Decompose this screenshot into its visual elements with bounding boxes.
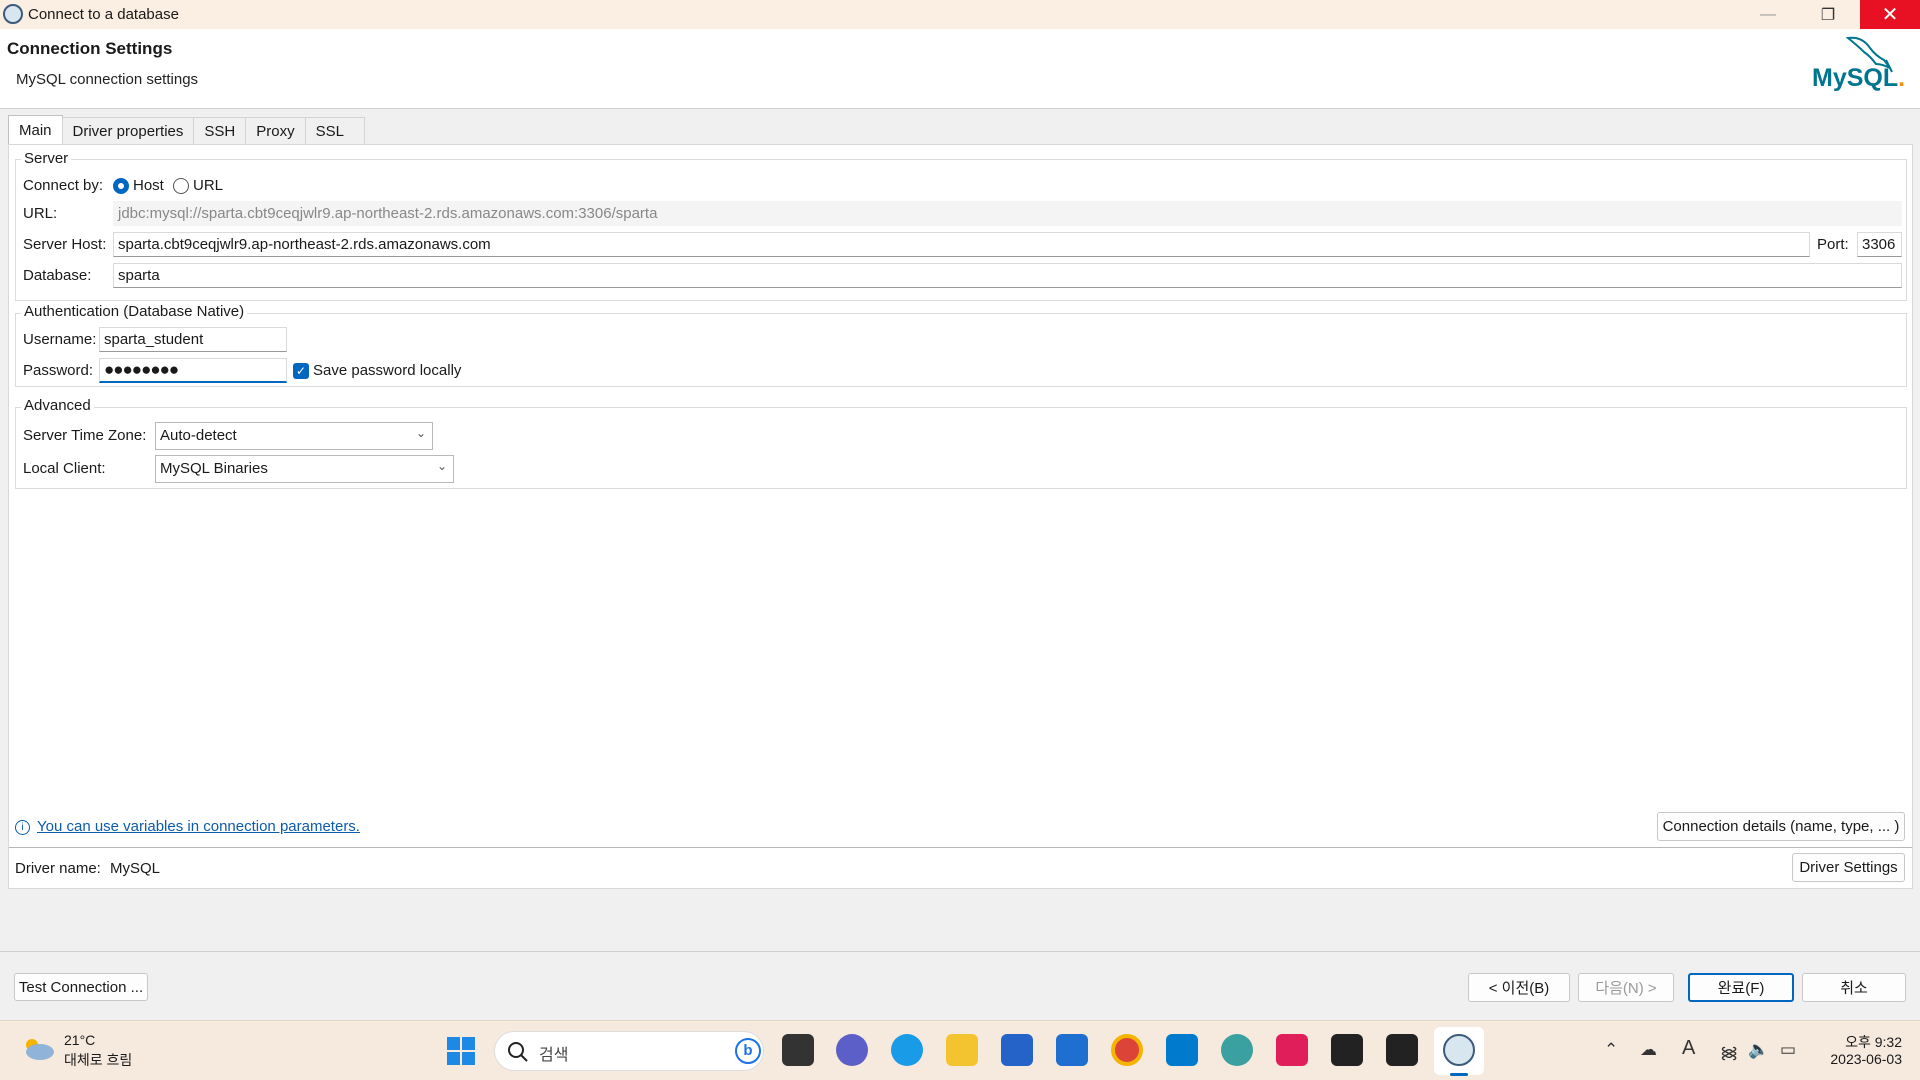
local-client-select[interactable]: MySQL Binaries ⌄ bbox=[155, 455, 454, 483]
teams-chat-icon[interactable] bbox=[836, 1034, 868, 1066]
chevron-up-icon[interactable]: ⌃ bbox=[1604, 1040, 1618, 1060]
port-input[interactable]: 3306 bbox=[1857, 232, 1902, 257]
edge-icon[interactable] bbox=[891, 1034, 923, 1066]
active-indicator bbox=[1450, 1073, 1468, 1076]
main-panel: Server Connect by: Host URL URL: jdbc:my… bbox=[8, 144, 1913, 889]
clock-date[interactable]: 2023-06-03 bbox=[1820, 1051, 1902, 1067]
bing-icon[interactable]: b bbox=[735, 1038, 761, 1064]
search-placeholder: 검색 bbox=[539, 1047, 569, 1064]
host-radio-label: Host bbox=[133, 177, 164, 194]
intellij-icon[interactable] bbox=[1331, 1034, 1363, 1066]
taskbar: 21°C 대체로 흐림 검색 b ⌃ ☁ A ᯼ 🔈 ▭ 오후 9:32 202… bbox=[0, 1020, 1920, 1080]
battery-icon[interactable]: ▭ bbox=[1780, 1040, 1796, 1060]
bottom-divider bbox=[0, 951, 1920, 952]
timezone-value: Auto-detect bbox=[160, 427, 237, 444]
server-group-label: Server bbox=[21, 150, 72, 167]
dbeaver-icon[interactable] bbox=[1443, 1034, 1475, 1066]
ime-indicator[interactable]: A bbox=[1682, 1037, 1695, 1060]
store-icon[interactable] bbox=[1001, 1034, 1033, 1066]
mysql-logo-text: MySQL. bbox=[1812, 64, 1906, 92]
url-label: URL: bbox=[23, 205, 58, 222]
clock-time[interactable]: 오후 9:32 bbox=[1836, 1032, 1902, 1052]
app-icon bbox=[3, 4, 23, 24]
cancel-button[interactable]: 취소 bbox=[1802, 973, 1906, 1002]
url-field[interactable]: jdbc:mysql://sparta.cbt9ceqjwlr9.ap-nort… bbox=[113, 201, 1902, 226]
task-view-icon[interactable] bbox=[782, 1034, 814, 1066]
close-button[interactable]: ✕ bbox=[1860, 0, 1920, 29]
tab-proxy[interactable]: Proxy bbox=[245, 117, 306, 144]
connect-by-label: Connect by: bbox=[23, 177, 104, 194]
variables-help-link[interactable]: You can use variables in connection para… bbox=[37, 818, 360, 835]
timezone-label: Server Time Zone: bbox=[23, 427, 147, 444]
auth-group-label: Authentication (Database Native) bbox=[21, 303, 248, 320]
chevron-down-icon: ⌄ bbox=[415, 426, 426, 440]
database-label: Database: bbox=[23, 267, 92, 284]
mysql-logo: MySQL. bbox=[1810, 34, 1910, 104]
taskbar-search[interactable]: 검색 b bbox=[494, 1031, 764, 1071]
tab-main[interactable]: Main bbox=[8, 115, 63, 144]
username-label: Username: bbox=[23, 331, 97, 348]
password-input[interactable]: ●●●●●●●● bbox=[99, 358, 287, 383]
password-label: Password: bbox=[23, 362, 94, 379]
sticky-notes-icon[interactable] bbox=[1386, 1034, 1418, 1066]
windows-start-icon[interactable] bbox=[446, 1036, 476, 1066]
advanced-group-label: Advanced bbox=[21, 397, 94, 414]
port-label: Port: bbox=[1817, 236, 1849, 253]
onedrive-icon[interactable]: ☁ bbox=[1640, 1040, 1657, 1060]
window-title: Connect to a database bbox=[28, 6, 179, 23]
volume-icon[interactable]: 🔈 bbox=[1748, 1040, 1769, 1060]
back-button[interactable]: < 이전(B) bbox=[1468, 973, 1570, 1002]
page-subtitle: MySQL connection settings bbox=[16, 71, 199, 88]
local-client-label: Local Client: bbox=[23, 460, 106, 477]
divider bbox=[9, 847, 1912, 848]
url-radio[interactable] bbox=[173, 178, 189, 194]
host-radio[interactable] bbox=[113, 178, 129, 194]
search-icon bbox=[508, 1042, 528, 1062]
minimize-button[interactable]: — bbox=[1740, 0, 1796, 29]
username-input[interactable]: sparta_student bbox=[99, 327, 287, 352]
info-icon: i bbox=[15, 820, 30, 835]
connection-details-button[interactable]: Connection details (name, type, ... ) bbox=[1657, 812, 1905, 841]
tab-ssl[interactable]: SSL bbox=[304, 117, 365, 144]
next-button[interactable]: 다음(N) > bbox=[1578, 973, 1674, 1002]
database-input[interactable]: sparta bbox=[113, 263, 1902, 288]
driver-settings-button[interactable]: Driver Settings bbox=[1792, 853, 1905, 882]
file-explorer-icon[interactable] bbox=[946, 1034, 978, 1066]
url-radio-label: URL bbox=[193, 177, 224, 194]
timezone-select[interactable]: Auto-detect ⌄ bbox=[155, 422, 433, 450]
title-bar: Connect to a database — ❐ ✕ bbox=[0, 0, 1920, 29]
tab-driver-properties[interactable]: Driver properties bbox=[61, 117, 195, 144]
weather-temp: 21°C bbox=[64, 1032, 96, 1048]
test-connection-button[interactable]: Test Connection ... bbox=[14, 973, 148, 1001]
tab-ssh[interactable]: SSH bbox=[193, 117, 247, 144]
maximize-button[interactable]: ❐ bbox=[1800, 0, 1856, 29]
tab-bar: Main Driver properties SSH Proxy SSL bbox=[8, 115, 365, 144]
wifi-icon[interactable]: ᯼ bbox=[1720, 1040, 1738, 1063]
page-title: Connection Settings bbox=[7, 39, 173, 58]
vscode-icon[interactable] bbox=[1166, 1034, 1198, 1066]
finish-button[interactable]: 완료(F) bbox=[1688, 973, 1794, 1002]
driver-name-label: Driver name: bbox=[15, 860, 101, 877]
dialog-header: Connection Settings MySQL connection set… bbox=[0, 29, 1920, 109]
save-password-label: Save password locally bbox=[313, 362, 462, 379]
chrome-icon[interactable] bbox=[1111, 1034, 1143, 1066]
mail-icon[interactable] bbox=[1056, 1034, 1088, 1066]
cloud-icon bbox=[22, 1037, 56, 1061]
chevron-down-icon: ⌄ bbox=[436, 459, 447, 473]
weather-desc: 대체로 흐림 bbox=[64, 1052, 133, 1068]
server-host-label: Server Host: bbox=[23, 236, 107, 253]
driver-name-value: MySQL bbox=[110, 860, 161, 877]
server-host-input[interactable]: sparta.cbt9ceqjwlr9.ap-northeast-2.rds.a… bbox=[113, 232, 1810, 257]
save-password-checkbox[interactable]: ✓ bbox=[293, 363, 309, 379]
local-client-value: MySQL Binaries bbox=[160, 460, 268, 477]
dbeaver-beta-icon[interactable] bbox=[1221, 1034, 1253, 1066]
slack-icon[interactable] bbox=[1276, 1034, 1308, 1066]
